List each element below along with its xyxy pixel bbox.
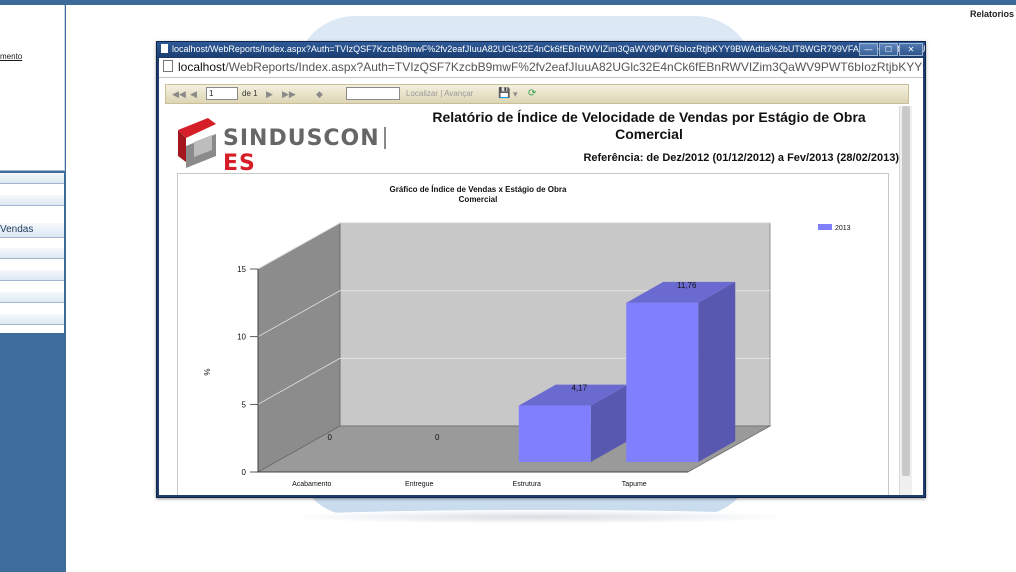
background-shadow <box>285 510 795 524</box>
logo-wordmark: SINDUSCONES <box>223 126 394 176</box>
report-reference: Referência: de Dez/2012 (01/12/2012) a F… <box>583 152 899 164</box>
address-path: /WebReports/Index.aspx?Auth=TVIzQSF7Kzcb… <box>225 60 923 74</box>
x-tick-label: Acabamento <box>292 481 331 488</box>
sidebar: mento Vendas <box>0 5 66 572</box>
report-viewer: ◀◀ ◀ 1 de 1 ▶ ▶▶ ◆ Localizar | Avançar 💾… <box>159 78 923 495</box>
find-link[interactable]: Localizar <box>406 89 438 98</box>
logo-main-text: SINDUSCON <box>223 126 380 151</box>
window-title: localhost/WebReports/Index.aspx?Auth=TVI… <box>172 44 925 54</box>
find-text-input[interactable] <box>346 87 400 100</box>
sidebar-item-1[interactable] <box>0 173 64 184</box>
sidebar-item-6[interactable] <box>0 292 64 303</box>
sidebar-item-5[interactable] <box>0 270 64 281</box>
sales-index-chart: Gráfico de Índice de Vendas x Estágio de… <box>203 185 851 488</box>
page-count: de 1 <box>242 89 258 98</box>
report-title: Relatório de Índice de Velocidade de Ven… <box>432 109 866 142</box>
back-to-parent-icon[interactable]: ◆ <box>316 85 323 103</box>
chart-title-line: Comercial <box>459 195 498 204</box>
minimize-button[interactable]: — <box>859 43 878 56</box>
find-separator: | <box>440 89 443 98</box>
x-tick-label: Entregue <box>405 481 434 488</box>
chart-title-line: Gráfico de Índice de Vendas x Estágio de… <box>390 185 567 194</box>
bar-value-label: 4,17 <box>571 384 587 393</box>
sidebar-menu: Vendas <box>0 173 64 333</box>
top-bar <box>0 0 1016 5</box>
sidebar-link[interactable]: mento <box>0 52 22 61</box>
logo-divider <box>383 127 386 149</box>
refresh-icon[interactable]: ⟳ <box>528 85 536 103</box>
window-title-bar[interactable]: localhost/WebReports/Index.aspx?Auth=TVI… <box>157 42 925 57</box>
legend-swatch <box>818 224 832 230</box>
find-next-link[interactable]: Avançar <box>444 89 473 98</box>
last-page-icon[interactable]: ▶▶ <box>282 85 296 103</box>
y-tick-label: 15 <box>237 265 246 274</box>
bar-value-label: 0 <box>435 433 440 442</box>
y-tick-label: 5 <box>242 400 247 409</box>
y-tick-label: 10 <box>237 333 246 342</box>
bar <box>518 405 591 462</box>
report-toolbar: ◀◀ ◀ 1 de 1 ▶ ▶▶ ◆ Localizar | Avançar 💾… <box>165 84 909 104</box>
sidebar-item-vendas[interactable]: Vendas <box>0 223 64 238</box>
page-icon <box>163 60 173 72</box>
report-popup-window: localhost/WebReports/Index.aspx?Auth=TVI… <box>156 41 926 498</box>
x-tick-label: Tapume <box>622 481 647 488</box>
first-page-icon[interactable]: ◀◀ <box>172 85 186 103</box>
window-controls: — ☐ ✕ <box>859 43 923 56</box>
y-tick-label: 0 <box>242 468 247 477</box>
next-page-icon[interactable]: ▶ <box>266 85 273 103</box>
sidebar-item-7[interactable] <box>0 314 64 325</box>
address-bar[interactable]: localhost/WebReports/Index.aspx?Auth=TVI… <box>159 58 923 78</box>
page-icon <box>161 44 168 53</box>
scrollbar-thumb[interactable] <box>902 106 910 476</box>
save-export-icon[interactable]: 💾 <box>498 85 510 103</box>
bar <box>626 302 699 462</box>
close-button[interactable]: ✕ <box>899 43 923 56</box>
legend-label: 2013 <box>835 225 851 232</box>
sidebar-header-panel: mento <box>0 5 65 171</box>
bar-value-label: 0 <box>328 433 333 442</box>
find-links: Localizar | Avançar <box>406 85 473 103</box>
vertical-scrollbar[interactable] <box>899 106 912 495</box>
address-host: localhost <box>178 60 226 74</box>
maximize-button[interactable]: ☐ <box>879 43 898 56</box>
logo-mark-icon <box>178 118 216 168</box>
previous-page-icon[interactable]: ◀ <box>190 85 197 103</box>
sidebar-item-4[interactable] <box>0 248 64 259</box>
x-tick-label: Estrutura <box>513 481 542 488</box>
sidebar-item-2[interactable] <box>0 195 64 206</box>
y-axis-label: % <box>203 368 212 375</box>
chevron-down-icon[interactable]: ▾ <box>513 85 518 103</box>
page-number-input[interactable]: 1 <box>206 87 238 100</box>
bar-side <box>698 281 736 462</box>
chart-container: Gráfico de Índice de Vendas x Estágio de… <box>177 173 889 495</box>
sinduscon-logo: SINDUSCONES <box>174 116 394 176</box>
bar-value-label: 11,76 <box>677 281 697 290</box>
page-title: Relatorios <box>969 9 1014 19</box>
